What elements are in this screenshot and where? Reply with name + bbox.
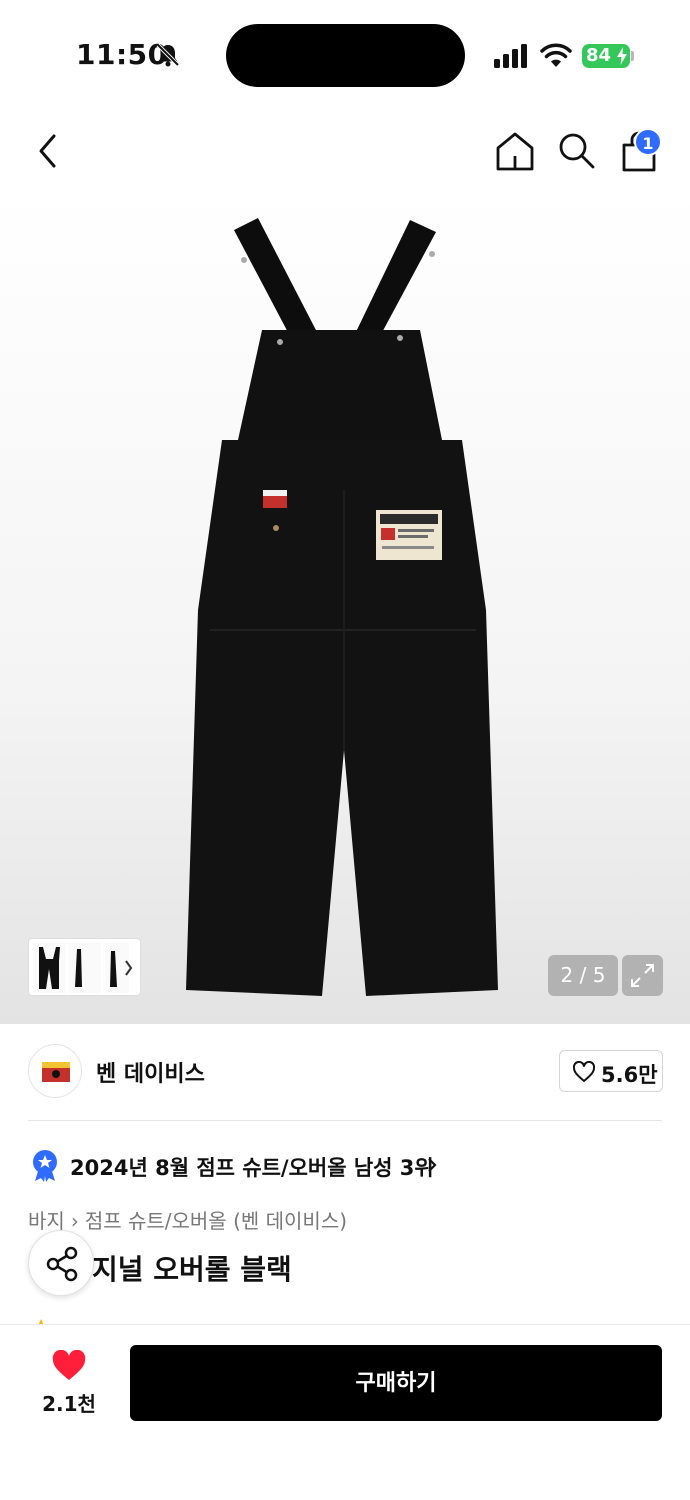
cart-count-badge: 1 [634,128,662,156]
breadcrumb: 바지 › 점프 슈트/오버올 (벤 데이비스) [28,1205,347,1234]
product-like-button[interactable]: 2.1천 [40,1346,98,1418]
thumbnail-strip[interactable] [28,938,141,996]
home-icon[interactable] [494,130,536,172]
brand-name[interactable]: 벤 데이비스 [96,1056,205,1088]
back-icon[interactable] [30,128,70,174]
ranking-text: 2024년 8월 점프 슈트/오버올 남성 3위 [70,1156,434,1180]
search-icon[interactable] [556,130,596,170]
brand-like-count: 5.6만 [601,1063,658,1087]
brand-like-button[interactable]: 5.6만 [559,1050,663,1092]
product-title: 지널 오버롤 블랙 [92,1253,292,1286]
breadcrumb-separator-icon: › [70,1209,79,1233]
product-like-count: 2.1천 [42,1392,96,1416]
product-photo [186,218,498,996]
ben-davis-logo-icon [42,1062,70,1082]
medal-icon [33,1150,57,1182]
divider [28,1120,662,1121]
product-image-gallery[interactable]: 2 / 5 [0,190,690,1024]
charging-bolt-icon [617,47,627,65]
heart-outline-icon [572,1061,596,1082]
wifi-icon [540,43,572,67]
bell-off-icon [156,43,180,67]
share-button[interactable] [28,1230,94,1296]
share-icon [46,1246,78,1282]
dynamic-island [226,24,465,87]
brand-logo[interactable] [28,1044,82,1098]
status-time: 11:50 [76,38,168,71]
battery-indicator: 84 [582,44,630,68]
battery-cap [631,51,634,61]
heart-filled-icon [52,1350,86,1380]
status-bar: 11:50 84 [0,0,690,110]
breadcrumb-item-category[interactable]: 점프 슈트/오버올 (벤 데이비스) [85,1205,347,1234]
chevron-right-icon [428,1158,437,1172]
buy-button[interactable]: 구매하기 [130,1345,662,1421]
battery-level: 84 [586,45,612,66]
expand-icon[interactable] [622,955,663,996]
image-counter: 2 / 5 [548,955,618,996]
signal-icon [494,44,527,68]
ranking-link[interactable]: 2024년 8월 점프 슈트/오버올 남성 3위 [30,1148,470,1182]
